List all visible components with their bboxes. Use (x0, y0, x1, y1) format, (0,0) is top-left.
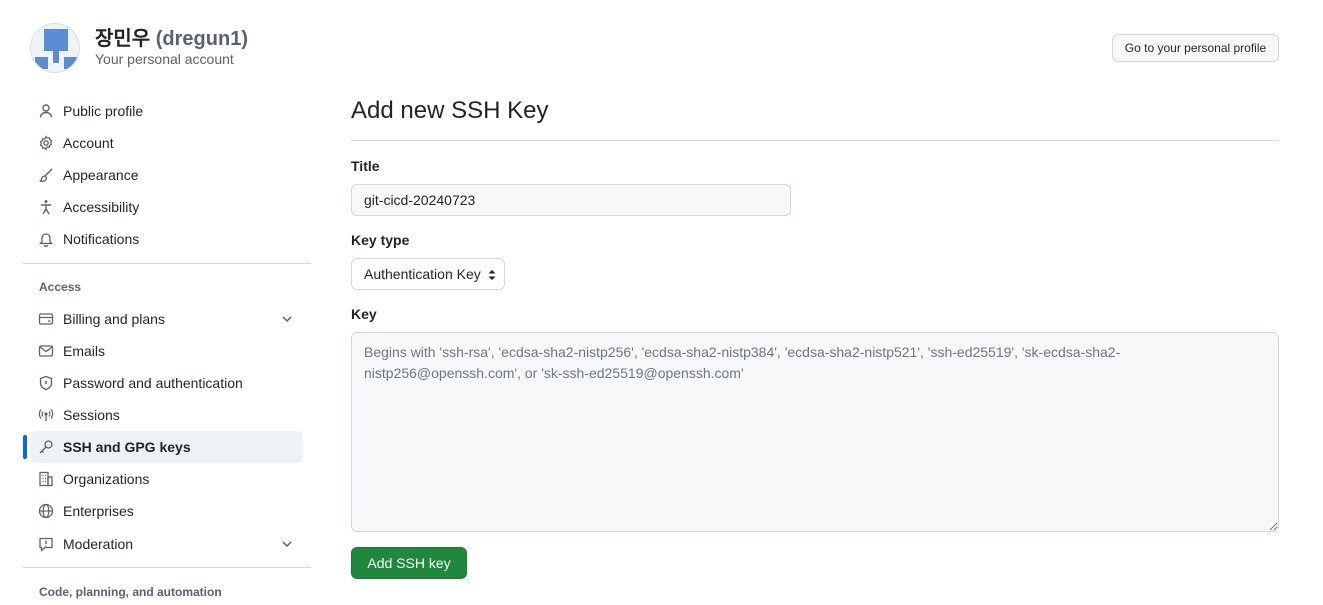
key-textarea[interactable] (351, 332, 1279, 532)
sidebar-item-enterprises[interactable]: Enterprises (30, 495, 303, 527)
sidebar-item-account[interactable]: Account (30, 127, 303, 159)
sidebar-item-ssh-gpg-keys[interactable]: SSH and GPG keys (30, 431, 303, 463)
globe-icon (38, 503, 54, 519)
sidebar-item-appearance[interactable]: Appearance (30, 159, 303, 191)
report-icon (38, 536, 54, 552)
key-label: Key (351, 306, 377, 322)
gear-icon (38, 135, 54, 151)
sidebar-item-organizations[interactable]: Organizations (30, 463, 303, 495)
sidebar-item-label: Account (63, 135, 114, 151)
active-indicator (23, 435, 27, 459)
add-ssh-key-button[interactable]: Add SSH key (351, 547, 467, 579)
sidebar-item-billing[interactable]: Billing and plans (30, 303, 303, 335)
sidebar-item-password[interactable]: Password and authentication (30, 367, 303, 399)
mail-icon (38, 343, 54, 359)
sidebar-item-sessions[interactable]: Sessions (30, 399, 303, 431)
page-title: Add new SSH Key (351, 97, 549, 124)
section-heading-access: Access (39, 280, 82, 294)
sidebar-item-label: Accessibility (63, 199, 140, 215)
sidebar-item-label: Public profile (63, 103, 144, 119)
person-icon (38, 103, 54, 119)
sidebar-item-label: Sessions (63, 407, 120, 423)
broadcast-icon (38, 407, 54, 423)
title-label: Title (351, 158, 380, 174)
account-subtitle: Your personal account (95, 51, 234, 67)
accessibility-icon (38, 199, 54, 215)
display-name: 장민우 (95, 28, 151, 50)
sidebar-item-label: Emails (63, 343, 106, 359)
sidebar-item-label: Password and authentication (63, 375, 243, 391)
sidebar-item-label: Appearance (63, 167, 139, 183)
sidebar-item-label: Moderation (63, 536, 134, 552)
chevron-down-icon[interactable] (279, 311, 295, 327)
sidebar-divider (23, 567, 311, 568)
avatar (30, 23, 80, 73)
sidebar-item-label: Notifications (63, 231, 140, 247)
sidebar-item-label: Enterprises (63, 503, 134, 519)
sidebar-item-accessibility[interactable]: Accessibility (30, 191, 303, 223)
sidebar-item-moderation[interactable]: Moderation (30, 528, 303, 560)
sidebar-item-label: Billing and plans (63, 311, 165, 327)
bell-icon (38, 231, 54, 247)
section-heading-code: Code, planning, and automation (39, 585, 222, 599)
sidebar-item-notifications[interactable]: Notifications (30, 223, 303, 255)
sidebar-item-emails[interactable]: Emails (30, 335, 303, 367)
key-icon (38, 439, 54, 455)
sidebar-item-public-profile[interactable]: Public profile (30, 95, 303, 127)
paintbrush-icon (38, 167, 54, 183)
sidebar-item-label: SSH and GPG keys (63, 439, 191, 455)
title-divider (351, 140, 1279, 141)
login-name: (dregun1) (155, 28, 248, 50)
chevron-down-icon[interactable] (279, 536, 295, 552)
shield-lock-icon (38, 375, 54, 391)
account-name: 장민우 (dregun1) (95, 22, 248, 51)
go-to-profile-button[interactable]: Go to your personal profile (1112, 34, 1279, 62)
key-type-label: Key type (351, 232, 410, 248)
sidebar-divider (23, 263, 311, 264)
key-type-select[interactable]: Authentication Key (351, 258, 505, 290)
sidebar-item-label: Organizations (63, 471, 150, 487)
title-input[interactable] (351, 184, 791, 216)
select-arrows-icon (488, 270, 496, 280)
credit-card-icon (38, 311, 54, 327)
key-type-value: Authentication Key (364, 266, 481, 282)
organization-icon (38, 471, 54, 487)
